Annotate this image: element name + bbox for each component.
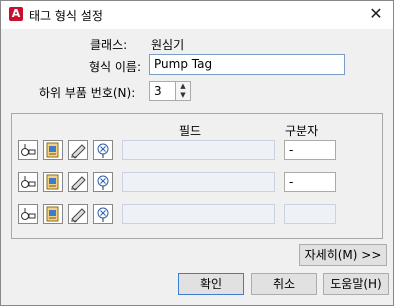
format-name-input[interactable]: Pump Tag (149, 54, 345, 75)
separator-input[interactable]: - (284, 172, 336, 192)
class-label: 클래스: (90, 38, 128, 52)
tag-format-dialog: A 태그 형식 설정 ✕ 클래스: 원심기 형식 이름: Pump Tag 하위… (0, 0, 394, 306)
autocad-logo-icon: A (9, 7, 23, 21)
spin-down-icon[interactable]: ▼ (176, 91, 190, 100)
field-column-header: 필드 (179, 124, 202, 138)
separator-column-header: 구분자 (285, 124, 319, 138)
field-input[interactable] (122, 172, 275, 192)
tag-property-icon[interactable] (18, 172, 38, 192)
separator-input[interactable] (284, 204, 336, 224)
tag-property-icon[interactable] (18, 204, 38, 224)
field-input[interactable] (122, 204, 275, 224)
document-property-icon[interactable] (43, 172, 63, 192)
cancel-button[interactable]: 취소 (251, 273, 317, 295)
delete-property-icon[interactable] (93, 172, 113, 192)
delete-property-icon[interactable] (93, 140, 113, 160)
details-button[interactable]: 자세히(M) >> (299, 244, 387, 266)
sub-part-spinner[interactable]: ▲ ▼ (175, 81, 191, 101)
dialog-title: 태그 형식 설정 (29, 9, 103, 23)
text-property-icon[interactable] (68, 204, 88, 224)
text-property-icon[interactable] (68, 172, 88, 192)
tag-property-icon[interactable] (18, 140, 38, 160)
delete-property-icon[interactable] (93, 204, 113, 224)
ok-button[interactable]: 확인 (178, 273, 244, 295)
close-icon[interactable]: ✕ (363, 3, 389, 25)
document-property-icon[interactable] (43, 140, 63, 160)
sub-part-label: 하위 부품 번호(N): (39, 86, 136, 100)
sub-part-number-input[interactable]: 3 (149, 81, 176, 101)
document-property-icon[interactable] (43, 204, 63, 224)
spin-up-icon[interactable]: ▲ (176, 82, 190, 91)
field-input[interactable] (122, 140, 275, 160)
class-value: 원심기 (151, 38, 185, 52)
help-button[interactable]: 도움말(H) (323, 273, 389, 295)
format-name-label: 형식 이름: (89, 60, 142, 74)
title-bar: A 태그 형식 설정 ✕ (1, 1, 393, 29)
separator-input[interactable]: - (284, 140, 336, 160)
text-property-icon[interactable] (68, 140, 88, 160)
